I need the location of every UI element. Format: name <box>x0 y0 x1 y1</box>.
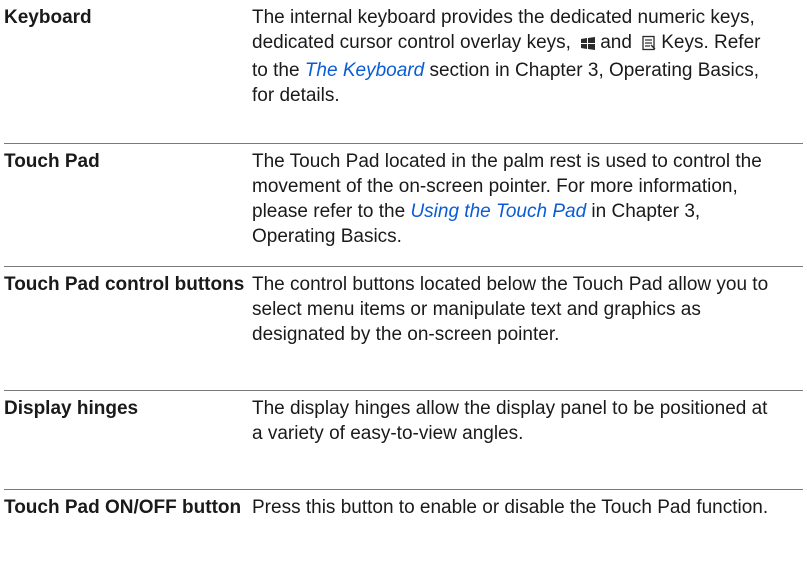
desc-touch-pad: The Touch Pad located in the palm rest i… <box>252 151 762 247</box>
term-keyboard: Keyboard <box>4 7 92 28</box>
table-row: Display hinges The display hinges allow … <box>4 391 803 490</box>
desc-touch-pad-on-off-button: Press this button to enable or disable t… <box>252 497 769 518</box>
application-key-icon <box>641 33 657 58</box>
term-touch-pad: Touch Pad <box>4 151 100 172</box>
link-the-keyboard[interactable]: The Keyboard <box>305 60 424 81</box>
desc-keyboard: The internal keyboard provides the dedic… <box>252 7 761 106</box>
desc-display-hinges: The display hinges allow the display pan… <box>252 398 768 444</box>
desc-touch-pad-control-buttons: The control buttons located below the To… <box>252 274 769 345</box>
term-display-hinges: Display hinges <box>4 398 139 419</box>
table-row: Touch Pad control buttons The control bu… <box>4 267 803 391</box>
term-touch-pad-on-off-button: Touch Pad ON/OFF button <box>4 497 242 518</box>
link-using-the-touch-pad[interactable]: Using the Touch Pad <box>410 201 586 222</box>
table-row: Keyboard The internal keyboard provides … <box>4 0 803 144</box>
feature-table: Keyboard The internal keyboard provides … <box>4 0 803 568</box>
table-row: Touch Pad The Touch Pad located in the p… <box>4 144 803 267</box>
windows-key-icon <box>580 33 596 58</box>
table-row: Touch Pad ON/OFF button Press this butto… <box>4 490 803 568</box>
term-touch-pad-control-buttons: Touch Pad control buttons <box>4 274 245 295</box>
